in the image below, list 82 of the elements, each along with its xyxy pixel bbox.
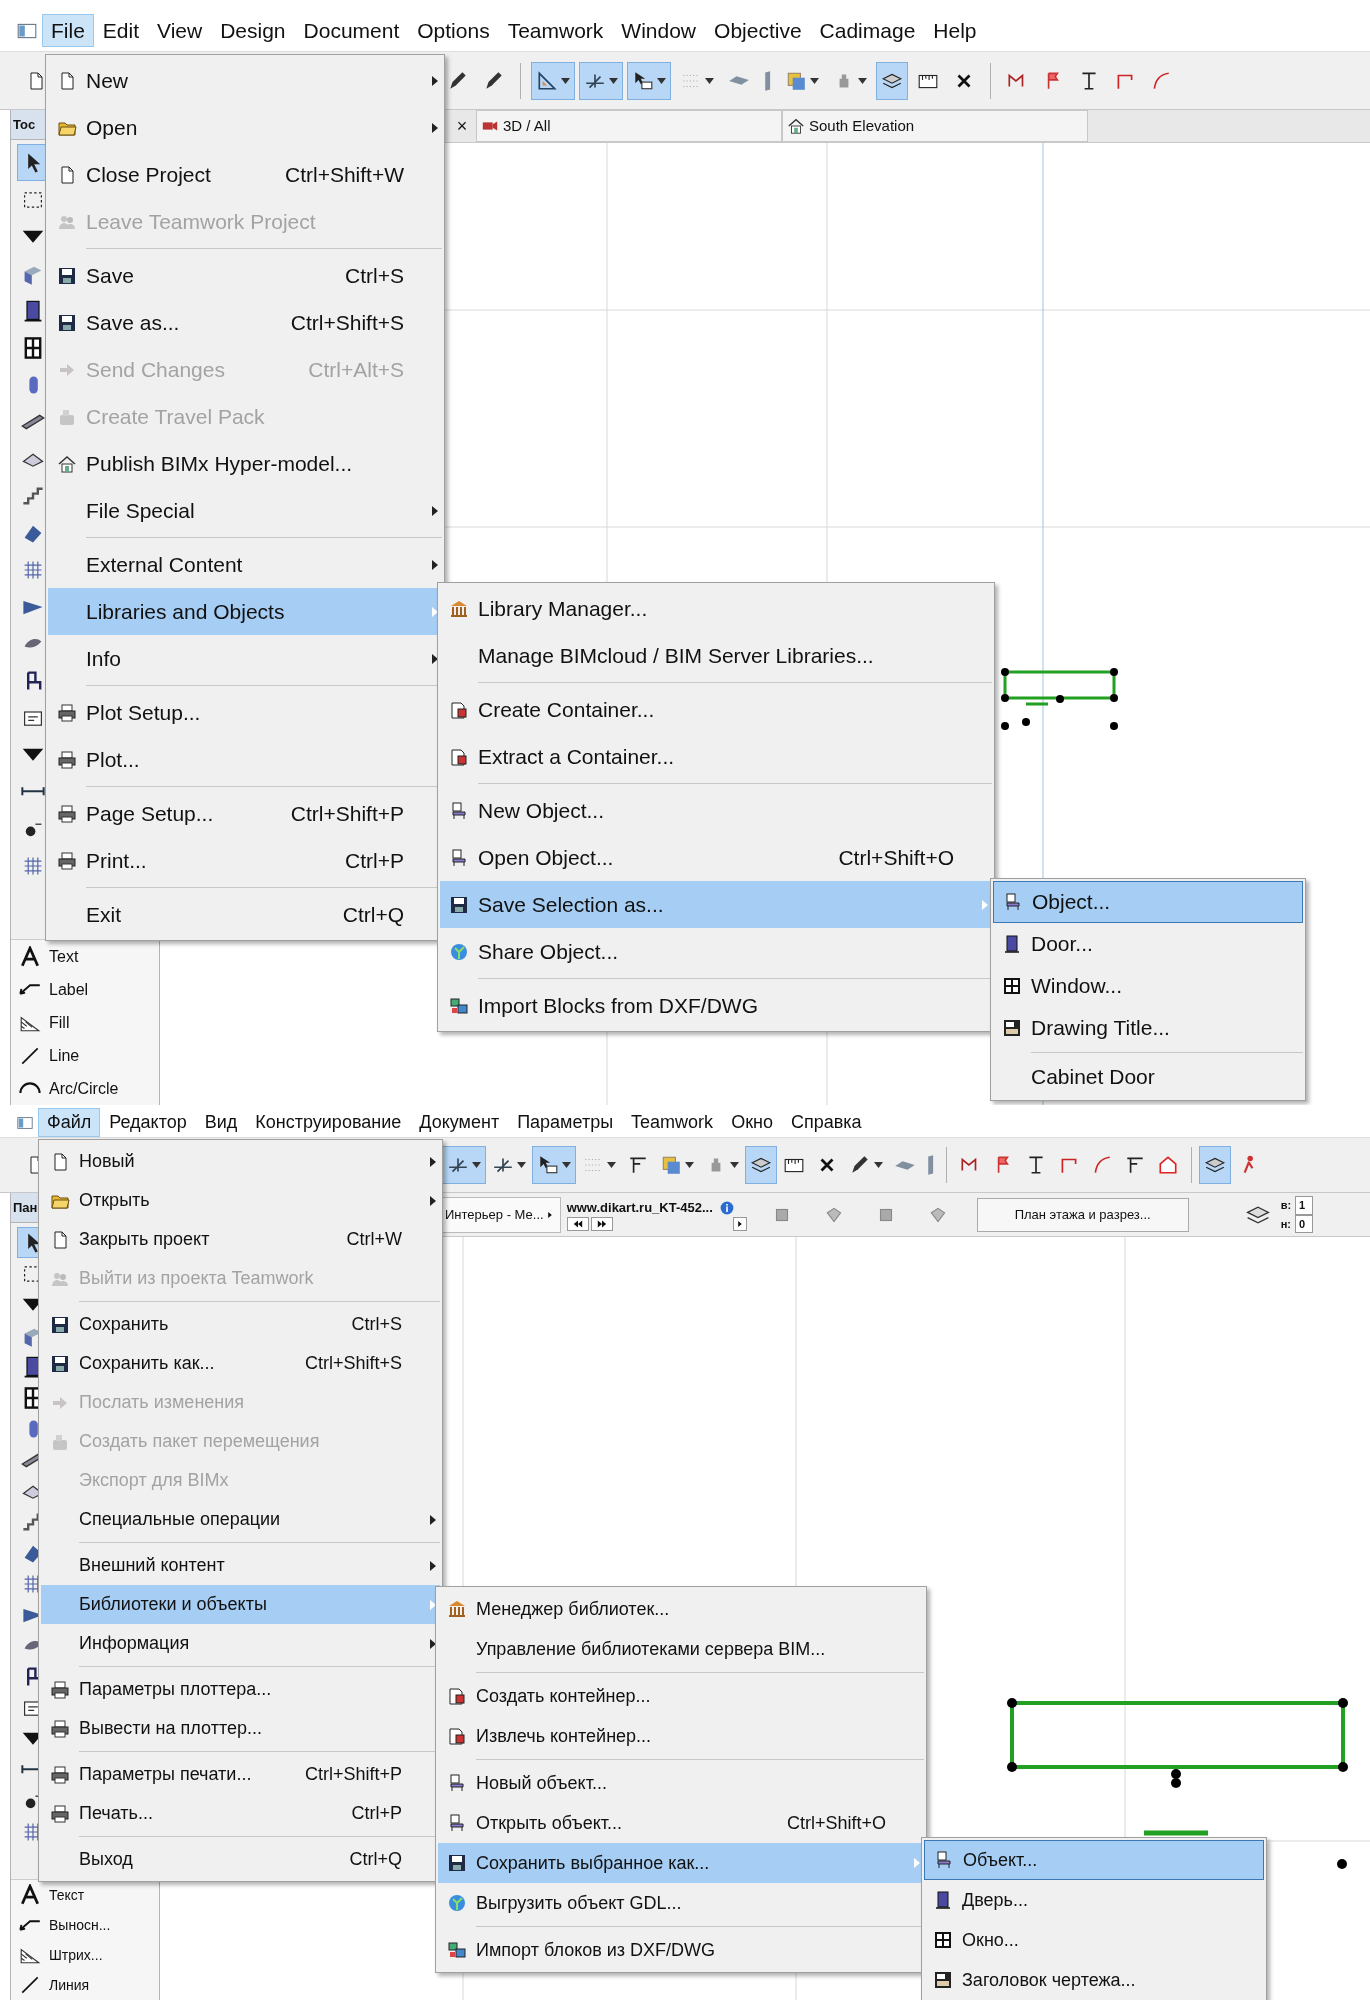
- menu-item[interactable]: Library Manager...: [440, 585, 992, 632]
- view-set-dropdown[interactable]: Интерьер - Ме...: [440, 1196, 561, 1233]
- menu-item[interactable]: External Content: [48, 541, 442, 588]
- menu-item[interactable]: Save Ctrl+S: [48, 252, 442, 299]
- menu-bar-item[interactable]: Edit: [93, 13, 149, 48]
- tool-button[interactable]: Текст: [11, 1880, 159, 1910]
- menu-item[interactable]: Сохранить как... Ctrl+Shift+S: [41, 1344, 440, 1383]
- tool-button[interactable]: Выносн...: [11, 1910, 159, 1940]
- menu-item[interactable]: Close Project Ctrl+Shift+W: [48, 151, 442, 198]
- menu-item[interactable]: Импорт блоков из DXF/DWG: [438, 1930, 924, 1970]
- menu-bar-item[interactable]: Document: [294, 13, 409, 48]
- menu-item[interactable]: Новый объект...: [438, 1763, 924, 1803]
- menu-item[interactable]: Door...: [993, 923, 1303, 965]
- menu-item[interactable]: Save as... Ctrl+Shift+S: [48, 299, 442, 346]
- menu-bar-item[interactable]: Документ: [410, 1108, 509, 1137]
- menu-bar-item[interactable]: Window: [612, 13, 706, 48]
- menu-bar-item[interactable]: Teamwork: [622, 1108, 723, 1137]
- view-button[interactable]: План этажа и разрез...: [976, 1197, 1189, 1232]
- tool-button[interactable]: Label: [11, 973, 159, 1006]
- menu-bar-item[interactable]: Objective: [705, 13, 811, 48]
- field-label: в:: [1280, 1198, 1292, 1213]
- menu-item[interactable]: Внешний контент: [41, 1546, 440, 1585]
- view-tab[interactable]: South Elevation: [782, 110, 1088, 142]
- menu-item[interactable]: Библиотеки и объекты: [41, 1585, 440, 1624]
- menu-bar-item[interactable]: Окно: [722, 1108, 782, 1137]
- tool-button[interactable]: Line: [11, 1039, 159, 1072]
- menu-bar-item[interactable]: Options: [408, 13, 499, 48]
- menu-item[interactable]: Открыть: [41, 1181, 440, 1220]
- menu-item[interactable]: Drawing Title...: [993, 1007, 1303, 1049]
- tool-button[interactable]: Fill: [11, 1006, 159, 1039]
- close-button[interactable]: ×: [448, 110, 476, 142]
- menu-bar-item[interactable]: Справка: [781, 1108, 871, 1137]
- tool-button[interactable]: Text: [11, 940, 159, 973]
- menu-item[interactable]: New Object...: [440, 787, 992, 834]
- menu-item[interactable]: Object...: [993, 881, 1303, 923]
- menu-item[interactable]: Открыть объект... Ctrl+Shift+O: [438, 1803, 924, 1843]
- panel-title: Пан: [13, 1198, 38, 1217]
- menu-item[interactable]: Объект...: [924, 1840, 1264, 1880]
- menu-bar-item[interactable]: Teamwork: [498, 13, 613, 48]
- menu-item[interactable]: Window...: [993, 965, 1303, 1007]
- menu-item[interactable]: Извлечь контейнер...: [438, 1716, 924, 1756]
- menu-item[interactable]: File Special: [48, 487, 442, 534]
- menu-item[interactable]: Дверь...: [924, 1880, 1264, 1920]
- menu-bar-item[interactable]: Файл: [38, 1108, 101, 1137]
- menu-item[interactable]: Manage BIMcloud / BIM Server Libraries...: [440, 632, 992, 679]
- menu-bar-item[interactable]: Конструирование: [246, 1108, 411, 1137]
- menu-item[interactable]: Закрыть проект Ctrl+W: [41, 1220, 440, 1259]
- menu-item[interactable]: Окно...: [924, 1920, 1264, 1960]
- value-field[interactable]: 1: [1295, 1196, 1314, 1215]
- menu-item[interactable]: Заголовок чертежа...: [924, 1960, 1264, 2000]
- menu-bar-item[interactable]: Параметры: [508, 1108, 623, 1137]
- menu-item[interactable]: Cabinet Door: [993, 1056, 1303, 1098]
- tool-button[interactable]: Arc/Circle: [11, 1072, 159, 1105]
- menu-bar-item[interactable]: File: [42, 13, 94, 48]
- value-field[interactable]: 0: [1294, 1214, 1313, 1233]
- view-tab[interactable]: 3D / All: [476, 110, 782, 142]
- menu-item[interactable]: Open: [48, 104, 442, 151]
- menu-bar-item[interactable]: Cadimage: [810, 13, 925, 48]
- menu-item[interactable]: Import Blocks from DXF/DWG: [440, 982, 992, 1029]
- menu-item[interactable]: Менеджер библиотек...: [438, 1589, 924, 1629]
- menu-bar-item[interactable]: Редактор: [100, 1108, 196, 1137]
- menu-item[interactable]: Publish BIMx Hyper-model...: [48, 440, 442, 487]
- menu-item[interactable]: Выгрузить объект GDL...: [438, 1883, 924, 1923]
- menu-item[interactable]: Управление библиотеками сервера BIM...: [438, 1629, 924, 1669]
- menu-item[interactable]: Создать контейнер...: [438, 1676, 924, 1716]
- menu-item[interactable]: Save Selection as...: [440, 881, 992, 928]
- menu-item[interactable]: Extract a Container...: [440, 733, 992, 780]
- menu-bar-item[interactable]: Вид: [195, 1108, 247, 1137]
- menu-item[interactable]: Open Object... Ctrl+Shift+O: [440, 834, 992, 881]
- menu-item[interactable]: Специальные операции: [41, 1500, 440, 1539]
- layout-name: www.dikart.ru_KT-452...: [566, 1198, 713, 1217]
- field-label: н:: [1280, 1216, 1291, 1232]
- tool-button[interactable]: Штрих...: [11, 1940, 159, 1970]
- menu-item[interactable]: Сохранить Ctrl+S: [41, 1305, 440, 1344]
- menu-bar-item[interactable]: View: [148, 13, 212, 48]
- menu-item[interactable]: Сохранить выбранное как...: [438, 1843, 924, 1883]
- tool-button[interactable]: Линия: [11, 1970, 159, 2000]
- menu-item[interactable]: Create Container...: [440, 686, 992, 733]
- panel-title: Toc: [13, 115, 36, 134]
- menu-bar-item[interactable]: Help: [924, 13, 986, 48]
- menu-bar-item[interactable]: Design: [211, 13, 295, 48]
- menu-item[interactable]: Share Object...: [440, 928, 992, 975]
